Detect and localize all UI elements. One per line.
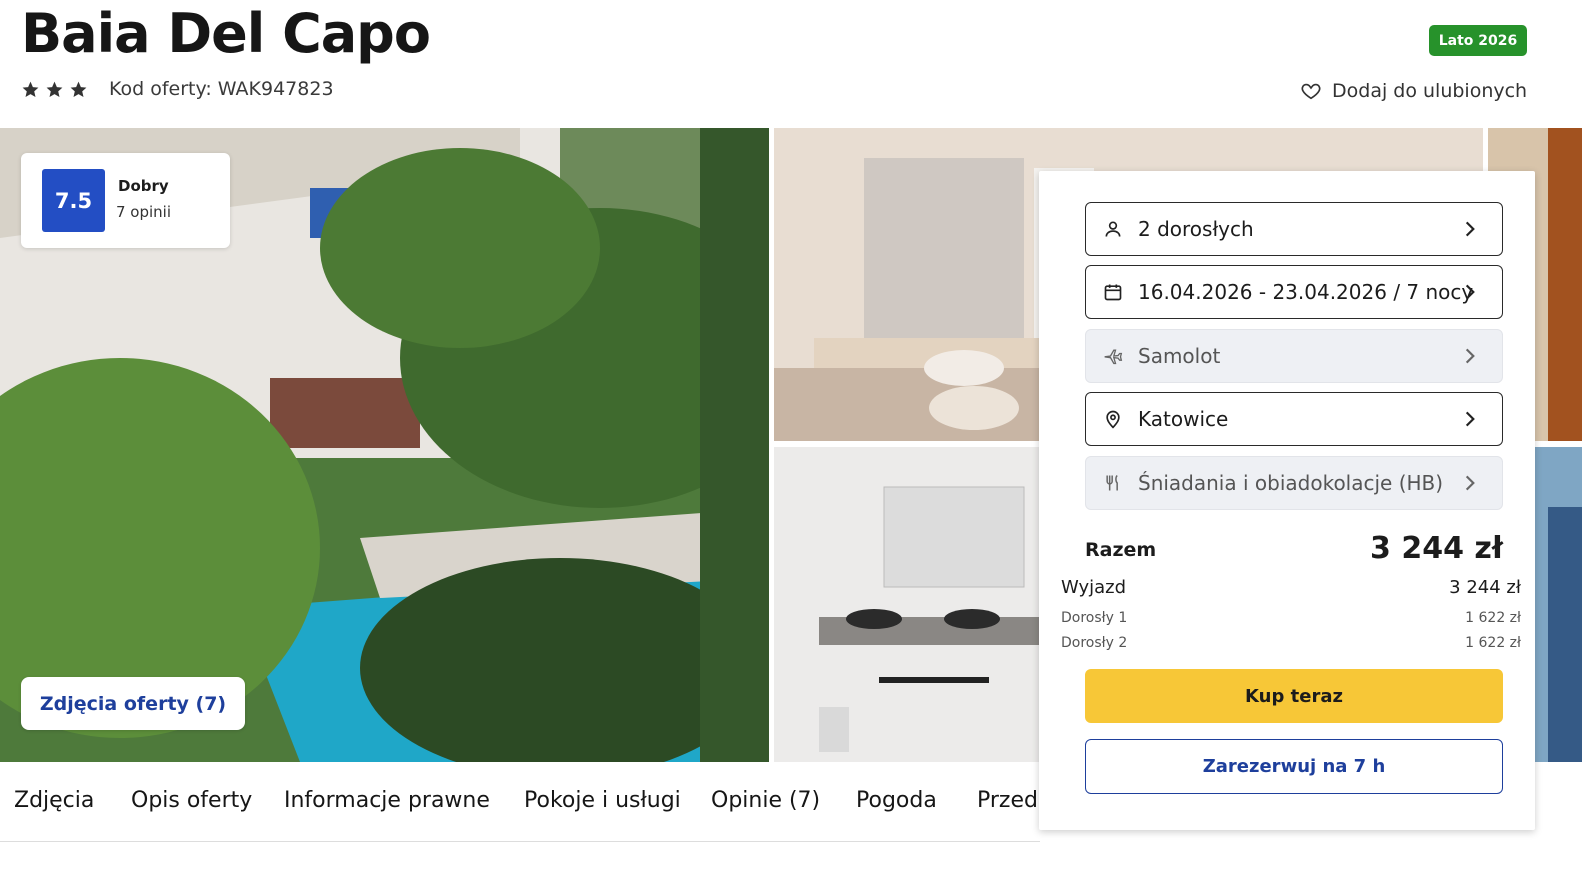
tab-reviews[interactable]: Opinie (7) xyxy=(711,788,820,813)
tab-legal-info[interactable]: Informacje prawne xyxy=(284,788,490,813)
board-value: Śniadania i obiadokolacje (HB) xyxy=(1138,471,1444,495)
booking-panel: 2 dorosłych 16.04.2026 - 23.04.2026 / 7 … xyxy=(1039,171,1535,830)
favorites-label: Dodaj do ulubionych xyxy=(1332,80,1528,102)
reserve-button[interactable]: Zarezerwuj na 7 h xyxy=(1085,739,1503,794)
tab-before-trip[interactable]: Przed xyxy=(977,788,1038,813)
adult-2-price: 1 622 zł xyxy=(1465,635,1521,651)
cutlery-icon xyxy=(1103,473,1123,493)
transport-selector: Samolot xyxy=(1085,329,1503,383)
adult-1-label: Dorosły 1 xyxy=(1061,610,1128,626)
hotel-title: Baia Del Capo xyxy=(21,2,431,65)
chevron-right-icon xyxy=(1465,411,1475,427)
star-icon xyxy=(70,81,87,98)
travelers-selector[interactable]: 2 dorosłych xyxy=(1085,202,1503,256)
tab-rooms-services[interactable]: Pokoje i usługi xyxy=(524,788,681,813)
tab-photos[interactable]: Zdjęcia xyxy=(14,788,94,813)
offer-code: Kod oferty: WAK947823 xyxy=(109,78,334,100)
buy-now-button[interactable]: Kup teraz xyxy=(1085,669,1503,723)
dates-value: 16.04.2026 - 23.04.2026 / 7 nocy xyxy=(1138,280,1474,304)
chevron-right-icon xyxy=(1465,284,1475,300)
rating-label: Dobry xyxy=(118,177,169,195)
transport-value: Samolot xyxy=(1138,344,1221,368)
offer-page: Baia Del Capo Lato 2026 Kod oferty: WAK9… xyxy=(0,0,1582,874)
star-icon xyxy=(22,81,39,98)
person-icon xyxy=(1103,219,1123,239)
chevron-right-icon xyxy=(1465,348,1475,364)
dates-selector[interactable]: 16.04.2026 - 23.04.2026 / 7 nocy xyxy=(1085,265,1503,319)
offer-tabs: Zdjęcia Opis oferty Informacje prawne Po… xyxy=(0,762,1040,842)
heart-icon xyxy=(1301,83,1321,100)
travelers-value: 2 dorosłych xyxy=(1138,217,1254,241)
chevron-right-icon xyxy=(1465,221,1475,237)
departure-label: Wyjazd xyxy=(1061,577,1127,598)
calendar-icon xyxy=(1103,282,1123,302)
reviews-count[interactable]: 7 opinii xyxy=(116,203,171,221)
departure-city-value: Katowice xyxy=(1138,407,1229,431)
departure-city-selector[interactable]: Katowice xyxy=(1085,392,1503,446)
board-selector: Śniadania i obiadokolacje (HB) xyxy=(1085,456,1503,510)
location-pin-icon xyxy=(1103,409,1123,429)
rating-card: 7.5 Dobry 7 opinii xyxy=(21,153,230,248)
adult-1-price: 1 622 zł xyxy=(1465,610,1521,626)
bathroom-photo[interactable] xyxy=(774,447,1039,762)
season-badge: Lato 2026 xyxy=(1429,25,1527,56)
rating-score: 7.5 xyxy=(42,169,105,232)
tab-weather[interactable]: Pogoda xyxy=(856,788,937,813)
chevron-right-icon xyxy=(1465,475,1475,491)
total-price: 3 244 zł xyxy=(1370,531,1503,566)
tab-description[interactable]: Opis oferty xyxy=(131,788,252,813)
star-rating xyxy=(21,80,88,99)
offer-photos-button[interactable]: Zdjęcia oferty (7) xyxy=(21,677,245,730)
total-label: Razem xyxy=(1085,539,1157,561)
star-icon xyxy=(46,81,63,98)
add-to-favorites-button[interactable]: Dodaj do ulubionych xyxy=(1300,80,1527,102)
adult-2-label: Dorosły 2 xyxy=(1061,635,1128,651)
plane-icon xyxy=(1103,346,1123,366)
departure-price: 3 244 zł xyxy=(1449,577,1521,598)
